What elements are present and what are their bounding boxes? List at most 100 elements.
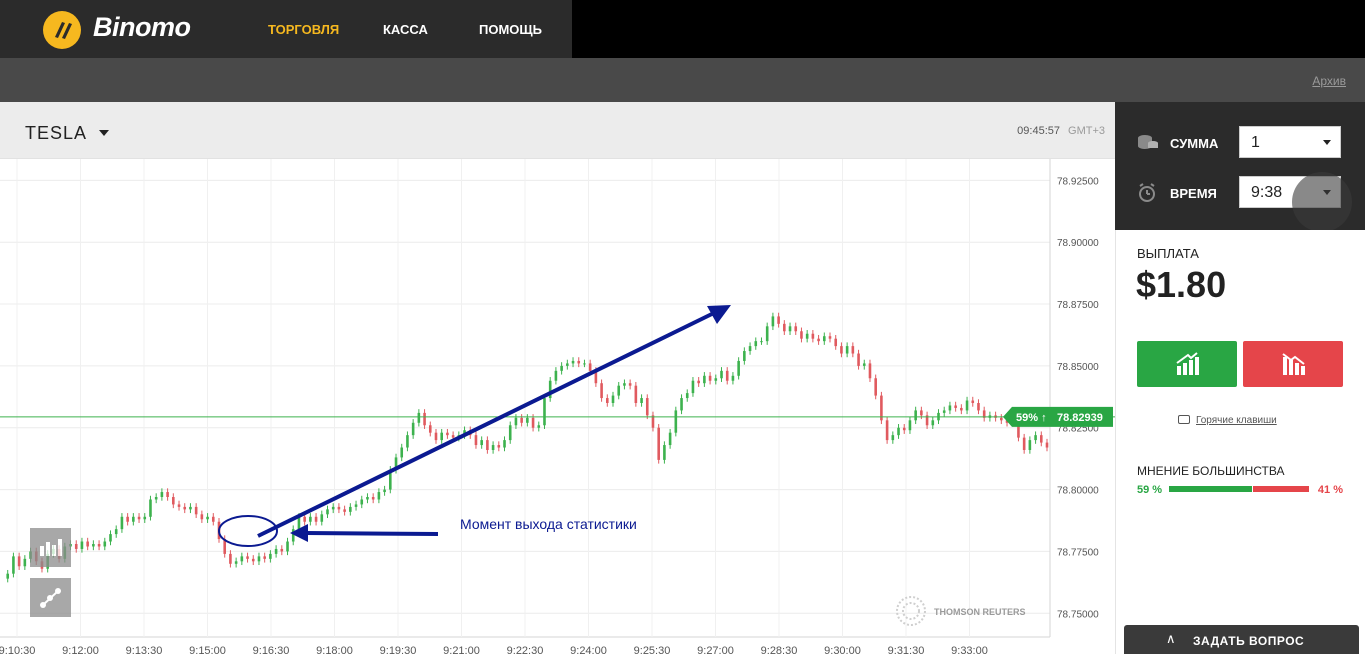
candle-body bbox=[680, 398, 683, 411]
candle-body bbox=[440, 432, 443, 441]
candle-body bbox=[417, 412, 421, 423]
candle-body bbox=[543, 398, 546, 426]
candle-body bbox=[600, 383, 603, 399]
candle-body bbox=[663, 445, 666, 460]
chart-type-button[interactable] bbox=[30, 528, 71, 567]
candle-body bbox=[760, 341, 763, 343]
x-tick-label: 9:12:00 bbox=[62, 645, 99, 654]
candle-body bbox=[257, 556, 261, 562]
candle-body bbox=[6, 573, 10, 579]
candle-body bbox=[309, 516, 312, 522]
candle-body bbox=[400, 447, 404, 458]
x-axis-ticks: 9:10:30 9:12:00 9:13:30 9:15:00 9:16:30 9:18:… bbox=[0, 645, 988, 654]
candle-body bbox=[857, 353, 860, 366]
candle-body bbox=[406, 435, 409, 448]
keyboard-icon[interactable] bbox=[1178, 415, 1190, 424]
candle-body bbox=[383, 489, 386, 493]
candle-body bbox=[474, 435, 478, 446]
candle-body bbox=[149, 499, 152, 517]
candle-body bbox=[114, 529, 118, 535]
call-up-button[interactable] bbox=[1137, 341, 1237, 387]
candle-body bbox=[103, 541, 107, 547]
nav-trading[interactable]: ТОРГОВЛЯ bbox=[268, 22, 339, 37]
candle-body bbox=[908, 420, 912, 431]
candle-body bbox=[240, 556, 244, 562]
indicators-button[interactable] bbox=[30, 578, 71, 617]
sum-label: СУММА bbox=[1170, 136, 1219, 151]
x-tick-label: 9:16:30 bbox=[253, 645, 290, 654]
candle-body bbox=[480, 440, 483, 446]
y-tick-label: 78.87500 bbox=[1057, 300, 1099, 311]
sum-select[interactable]: 1 bbox=[1239, 126, 1341, 158]
candle-body bbox=[80, 541, 84, 549]
candle-body bbox=[725, 370, 729, 381]
ask-question-button[interactable]: ∧ ЗАДАТЬ ВОПРОС bbox=[1124, 625, 1359, 654]
app-root: Binomo ТОРГОВЛЯ КАССА ПОМОЩЬ Архив TESLA… bbox=[0, 0, 1365, 654]
x-tick-label: 9:28:30 bbox=[761, 645, 798, 654]
x-tick-label: 9:22:30 bbox=[507, 645, 544, 654]
candle-body bbox=[211, 516, 215, 522]
candle-body bbox=[497, 445, 501, 448]
candle-body bbox=[685, 393, 689, 399]
payout-value: $1.80 bbox=[1136, 264, 1227, 305]
archive-link[interactable]: Архив bbox=[1312, 74, 1346, 88]
candle-body bbox=[874, 378, 877, 396]
nav-cashier[interactable]: КАССА bbox=[383, 22, 428, 37]
asset-selector[interactable]: TESLA bbox=[25, 123, 87, 144]
candle-body bbox=[411, 422, 415, 436]
trend-up-icon bbox=[1176, 352, 1199, 375]
candle-body bbox=[960, 407, 963, 411]
candle-body bbox=[12, 556, 15, 574]
app-name[interactable]: Binomo bbox=[93, 12, 191, 43]
candle-body bbox=[514, 417, 518, 426]
candle-body bbox=[771, 316, 775, 327]
candle-body bbox=[657, 427, 660, 460]
candle-body bbox=[189, 506, 192, 510]
candle-body bbox=[708, 375, 712, 381]
candle-body bbox=[783, 323, 786, 332]
annotation-text: Момент выхода статистики bbox=[460, 516, 637, 532]
candle-body bbox=[503, 440, 506, 448]
candle-body bbox=[286, 541, 289, 552]
candle-body bbox=[777, 316, 780, 324]
candle-body bbox=[491, 445, 495, 450]
put-down-button[interactable] bbox=[1243, 341, 1343, 387]
candle-body bbox=[451, 435, 455, 438]
majority-up-percent: 59 % bbox=[1137, 484, 1163, 496]
majority-bar bbox=[1169, 486, 1309, 492]
chart-header: TESLA 09:45:57 GMT+3 bbox=[0, 102, 1115, 159]
candle-body bbox=[23, 558, 27, 567]
candle-body bbox=[486, 440, 489, 450]
candle-body bbox=[840, 346, 843, 354]
x-tick-label: 9:15:00 bbox=[189, 645, 226, 654]
hotkeys-link[interactable]: Горячие клавиши bbox=[1196, 415, 1277, 426]
majority-bar-up bbox=[1169, 486, 1252, 492]
price-chart[interactable]: THOMSON REUTERS 78.92500 78.90000 78.87500… bbox=[0, 159, 1115, 654]
nav-help[interactable]: ПОМОЩЬ bbox=[479, 22, 542, 37]
y-tick-label: 78.85000 bbox=[1057, 362, 1099, 373]
chart-bars-icon bbox=[40, 539, 62, 556]
candle-body bbox=[280, 548, 284, 552]
candle-body bbox=[349, 506, 352, 512]
y-tick-label: 78.77500 bbox=[1057, 547, 1099, 558]
candle-body bbox=[423, 412, 426, 426]
candle-body bbox=[366, 497, 369, 500]
binomo-logo-icon[interactable] bbox=[43, 11, 81, 49]
chevron-up-icon: ∧ bbox=[1166, 631, 1176, 646]
candle-body bbox=[331, 506, 335, 510]
candle-body bbox=[126, 516, 129, 522]
x-tick-label: 9:31:30 bbox=[888, 645, 925, 654]
y-tick-label: 78.92500 bbox=[1057, 176, 1099, 187]
candle-body bbox=[109, 534, 112, 542]
trade-settings-panel: СУММА 1 ВРЕМЯ 9:38 bbox=[1115, 102, 1365, 232]
candle-body bbox=[1034, 435, 1037, 441]
candle-body bbox=[628, 383, 632, 386]
candle-body bbox=[920, 410, 923, 416]
chevron-down-icon[interactable] bbox=[99, 130, 109, 136]
candle-body bbox=[914, 410, 917, 421]
trade-panel: ВЫПЛАТА $1.80 Горячие клавиши МНЕНИЕ БОЛ… bbox=[1115, 230, 1365, 654]
chart-grid bbox=[0, 159, 1051, 638]
candle-body bbox=[92, 544, 95, 547]
majority-label: МНЕНИЕ БОЛЬШИНСТВА bbox=[1137, 464, 1285, 478]
candle-body bbox=[508, 425, 512, 441]
